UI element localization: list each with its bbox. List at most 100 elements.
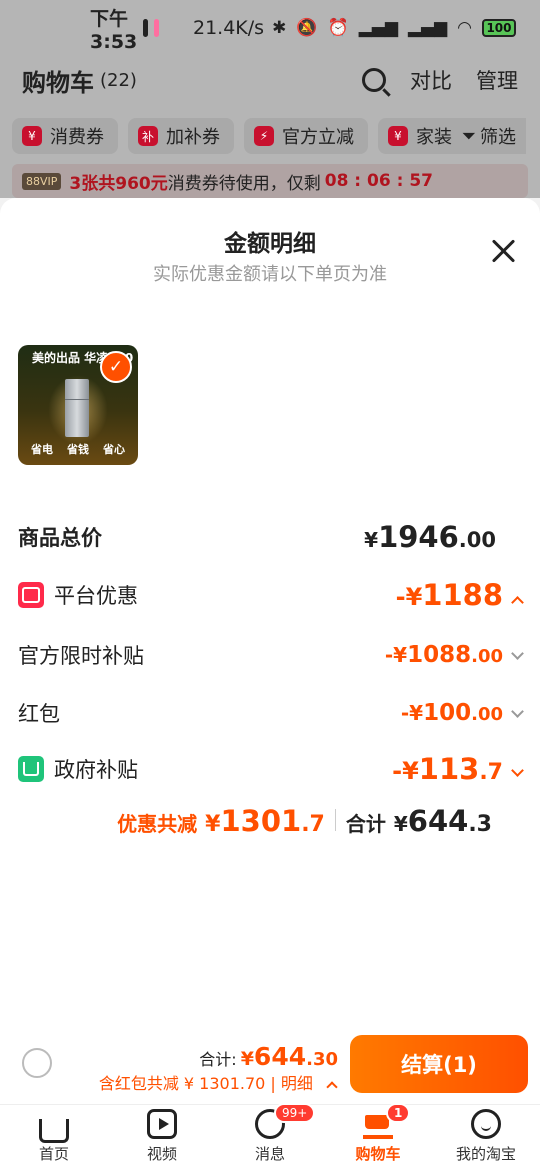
discount-total-label: 优惠共减 bbox=[117, 812, 198, 836]
lightning-icon: ⚡ bbox=[254, 126, 274, 146]
vip-highlight: 3张共960元 bbox=[69, 173, 168, 194]
filter-icon: ⏷ bbox=[461, 125, 476, 147]
currency-symbol: -¥ bbox=[392, 757, 419, 785]
vip-countdown: 08 : 06 : 57 bbox=[324, 171, 433, 191]
row-platform-discount[interactable]: 平台优惠 -¥ 1188 bbox=[18, 578, 524, 612]
tab-my-taobao[interactable]: 我的淘宝 bbox=[432, 1105, 540, 1170]
sheet-title: 金额明细 bbox=[224, 231, 316, 257]
amount-dec: .7 bbox=[479, 760, 503, 785]
currency-symbol: ¥ bbox=[393, 812, 408, 836]
checkout-total-dec: .30 bbox=[306, 1049, 338, 1070]
tab-video[interactable]: 视频 bbox=[108, 1105, 216, 1170]
row-red-packet[interactable]: 红包 -¥ 100 .00 bbox=[18, 698, 524, 728]
currency-symbol: -¥ bbox=[400, 701, 424, 725]
row-label: 红包 bbox=[18, 702, 60, 726]
profile-icon bbox=[471, 1109, 501, 1139]
video-icon bbox=[147, 1109, 177, 1139]
battery-icon: 100 bbox=[481, 19, 516, 37]
vip-banner[interactable]: 88VIP 3张共960元 消费券待使用，仅剩 08 : 06 : 57 bbox=[12, 164, 528, 198]
amount-int: 1088 bbox=[407, 642, 472, 668]
chevron-up-icon bbox=[326, 1081, 338, 1093]
coupon-icon: ¥ bbox=[388, 126, 408, 146]
cart-badge: 1 bbox=[386, 1103, 411, 1123]
amount-int: 1946 bbox=[378, 520, 459, 554]
cart-count: (22) bbox=[100, 69, 137, 91]
thumb-label: 省电 bbox=[31, 443, 53, 456]
chevron-down-icon bbox=[511, 647, 524, 660]
thumb-label: 省心 bbox=[103, 443, 125, 456]
manage-button[interactable]: 管理 bbox=[476, 65, 518, 95]
discount-total-int: 1301 bbox=[220, 804, 302, 838]
chip-subsidy-coupon[interactable]: 补加补券 bbox=[128, 118, 234, 154]
tab-label: 首页 bbox=[38, 1145, 69, 1163]
coupon-icon: ¥ bbox=[22, 126, 42, 146]
signal-icon: ▂▄▆ bbox=[407, 18, 448, 38]
status-time: 下午3:53 bbox=[90, 7, 138, 53]
row-total-price: 商品总价 ¥ 1946 .00 bbox=[18, 520, 522, 554]
checkout-bar: 合计: ¥ 644 .30 含红包共减 ¥ 1301.70 | 明细 结算(1) bbox=[0, 1024, 540, 1104]
amount-dec: .00 bbox=[458, 528, 496, 552]
summary-row: 优惠共减 ¥ 1301 .7 合计 ¥ 644 .3 bbox=[117, 804, 492, 838]
row-label: 商品总价 bbox=[18, 526, 102, 550]
currency-symbol: ¥ bbox=[205, 812, 221, 837]
vip-badge: 88VIP bbox=[22, 172, 62, 190]
subsidy-icon: 补 bbox=[138, 126, 158, 146]
network-speed: 21.4K/s bbox=[193, 17, 265, 39]
chevron-up-icon bbox=[511, 596, 524, 609]
chip-consumer-coupon[interactable]: ¥ 消费券 bbox=[12, 118, 118, 154]
row-label: 官方限时补贴 bbox=[18, 644, 144, 668]
signal-icon: ▂▄▆ bbox=[358, 18, 398, 38]
row-official-subsidy[interactable]: 官方限时补贴 -¥ 1088 .00 bbox=[18, 640, 524, 670]
tab-label: 视频 bbox=[146, 1145, 177, 1163]
chip-label: 消费券 bbox=[50, 127, 104, 148]
cart-header: 购物车 (22) 对比 管理 ¥ 消费券 补加补券 ⚡ 官方立减 ¥ 家装 ⏷ 筛选 … bbox=[0, 56, 540, 198]
amount-dec: .00 bbox=[471, 704, 503, 725]
alarm-icon: ⏰ bbox=[327, 18, 349, 38]
total-dec: .3 bbox=[468, 812, 492, 837]
currency-symbol: ¥ bbox=[364, 528, 379, 552]
checkout-discount-text: 含红包共减 ¥ 1301.70 | 明细 bbox=[98, 1074, 313, 1093]
select-all-checkbox[interactable] bbox=[22, 1048, 52, 1078]
notification-icon bbox=[143, 19, 149, 37]
status-bar: 下午3:53 21.4K/s ✱ 🔕 ⏰ ▂▄▆ ▂▄▆ ◠ 100 bbox=[0, 0, 540, 56]
filter-button[interactable]: ⏷ 筛选 bbox=[451, 118, 526, 154]
tab-messages[interactable]: 99+ 消息 bbox=[216, 1103, 324, 1170]
row-gov-subsidy[interactable]: 政府补贴 -¥ 113 .7 bbox=[18, 752, 524, 786]
amount-dec: .00 bbox=[471, 646, 503, 667]
total-label: 合计 bbox=[345, 812, 386, 836]
checkout-discount-detail[interactable]: 含红包共减 ¥ 1301.70 | 明细 bbox=[98, 1070, 338, 1094]
divider bbox=[334, 809, 336, 831]
checkout-total: 合计: ¥ 644 .30 bbox=[199, 1042, 338, 1071]
currency-symbol: ¥ bbox=[240, 1048, 254, 1070]
vip-text: 消费券待使用，仅剩 bbox=[167, 173, 321, 194]
bottom-tab-bar: 首页 视频 99+ 消息 1 购物车 我的淘宝 bbox=[0, 1103, 540, 1170]
filter-label: 筛选 bbox=[480, 127, 516, 148]
compare-button[interactable]: 对比 bbox=[410, 65, 452, 95]
checkout-button[interactable]: 结算(1) bbox=[350, 1035, 528, 1093]
search-icon[interactable] bbox=[362, 68, 386, 92]
chevron-down-icon bbox=[511, 764, 524, 777]
amount-int: 113 bbox=[418, 752, 480, 786]
mute-icon: 🔕 bbox=[296, 18, 318, 38]
chip-official-discount[interactable]: ⚡ 官方立减 bbox=[244, 118, 368, 154]
row-label: 平台优惠 bbox=[54, 584, 138, 608]
close-icon[interactable] bbox=[490, 238, 516, 264]
currency-symbol: -¥ bbox=[384, 643, 408, 667]
thumb-label: 省钱 bbox=[67, 443, 89, 456]
tab-label: 我的淘宝 bbox=[455, 1145, 516, 1163]
thumb-labels: 省电 省钱 省心 bbox=[24, 441, 132, 457]
tab-cart[interactable]: 1 购物车 bbox=[324, 1103, 432, 1170]
coupon-chips: ¥ 消费券 补加补券 ⚡ 官方立减 ¥ 家装 bbox=[12, 118, 466, 154]
message-badge: 99+ bbox=[274, 1103, 316, 1123]
tab-home[interactable]: 首页 bbox=[0, 1105, 108, 1170]
product-thumbnail[interactable]: 美的出品 华凌190 省电 省钱 省心 ✓ bbox=[18, 345, 138, 465]
chevron-down-icon bbox=[511, 705, 524, 718]
checkout-total-label: 合计: bbox=[199, 1050, 237, 1069]
chip-label: 家装 bbox=[416, 127, 452, 148]
row-label: 政府补贴 bbox=[54, 758, 138, 782]
amount-detail-sheet: 金额明细 实际优惠金额请以下单页为准 美的出品 华凌190 省电 省钱 省心 ✓… bbox=[0, 198, 540, 1104]
checkout-total-int: 644 bbox=[253, 1042, 307, 1071]
chip-label: 加补券 bbox=[166, 127, 220, 148]
platform-icon bbox=[18, 582, 44, 608]
total-int: 644 bbox=[407, 804, 469, 838]
